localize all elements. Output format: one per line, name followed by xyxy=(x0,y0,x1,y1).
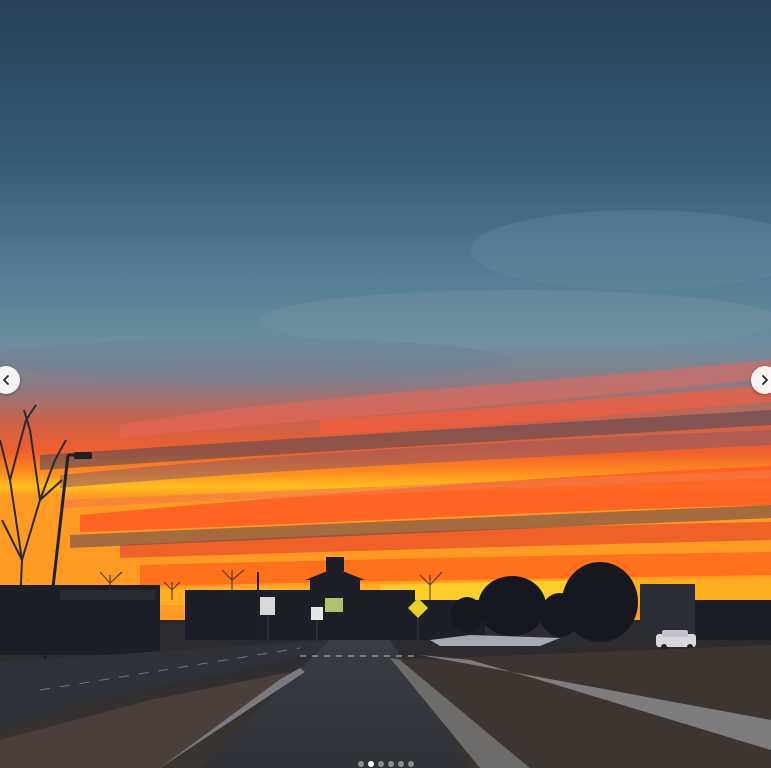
photo-carousel xyxy=(0,0,771,768)
sunset-photo xyxy=(0,0,771,768)
slide-dot[interactable] xyxy=(367,761,374,767)
chevron-left-icon xyxy=(3,375,9,385)
slide-dot[interactable] xyxy=(387,761,394,767)
slide-dot[interactable] xyxy=(357,761,364,767)
slide-dot[interactable] xyxy=(407,761,414,767)
next-slide-button[interactable] xyxy=(751,366,771,394)
slide-indicator xyxy=(0,760,771,768)
slide-dot[interactable] xyxy=(377,761,384,767)
chevron-right-icon xyxy=(762,375,768,385)
slide-dot[interactable] xyxy=(397,761,404,767)
